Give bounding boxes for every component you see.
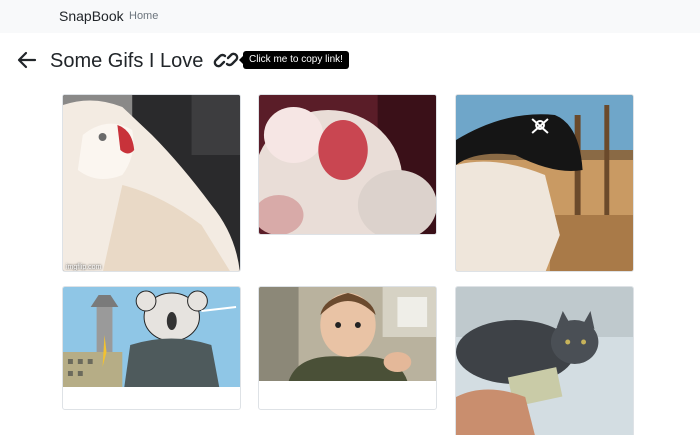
gif-card[interactable] bbox=[455, 286, 634, 435]
navbar: SnapBook Home bbox=[0, 0, 700, 33]
gif-image-kitten-cash bbox=[456, 287, 633, 435]
page-title: Some Gifs I Love bbox=[50, 50, 204, 72]
back-arrow-icon[interactable] bbox=[16, 49, 38, 71]
nav-link-home[interactable]: Home bbox=[129, 10, 158, 22]
gif-card[interactable] bbox=[455, 94, 634, 272]
gif-card[interactable]: imgflip.com bbox=[62, 94, 241, 272]
gif-card[interactable] bbox=[258, 94, 437, 235]
gif-image-hamster bbox=[259, 95, 436, 234]
link-icon[interactable] bbox=[213, 47, 239, 73]
gif-image-white-cat: imgflip.com bbox=[63, 95, 240, 271]
gif-watermark: imgflip.com bbox=[66, 264, 102, 271]
gif-card[interactable] bbox=[258, 286, 437, 410]
gif-image-cartoon-koala bbox=[63, 287, 240, 387]
gif-image-man-staring bbox=[259, 287, 436, 381]
gif-card[interactable] bbox=[62, 286, 241, 410]
gif-image-pirate-cat bbox=[456, 95, 633, 271]
brand-logo[interactable]: SnapBook bbox=[59, 8, 124, 24]
copy-link-tooltip: Click me to copy link! bbox=[239, 51, 349, 69]
